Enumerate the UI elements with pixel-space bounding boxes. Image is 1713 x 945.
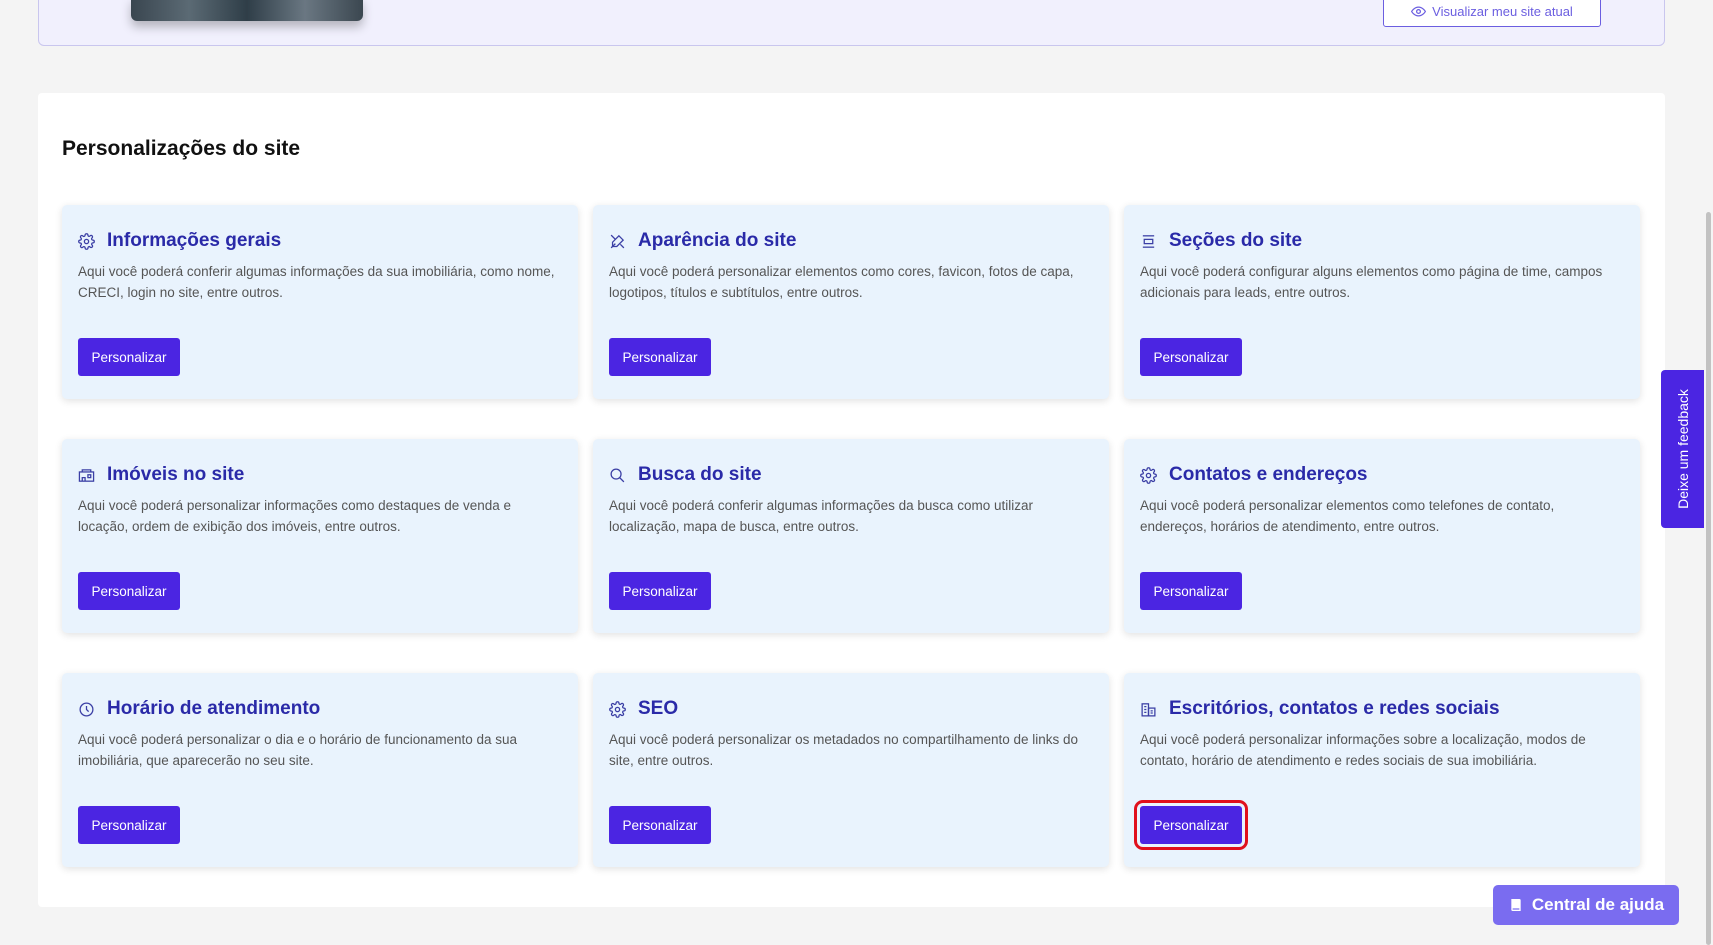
- gear-icon: [1140, 466, 1157, 484]
- card-general-info: Informações gerais Aqui você poderá conf…: [62, 205, 578, 399]
- view-current-site-button[interactable]: Visualizar meu site atual: [1383, 0, 1601, 27]
- site-customizations-panel: Personalizações do site Informações gera…: [38, 93, 1665, 907]
- card-business-hours: Horário de atendimento Aqui você poderá …: [62, 673, 578, 867]
- card-title: Aparência do site: [638, 230, 797, 251]
- help-center-button[interactable]: Central de ajuda: [1493, 885, 1679, 925]
- card-title: Escritórios, contatos e redes sociais: [1169, 698, 1500, 719]
- card-description: Aqui você poderá personalizar os metadad…: [609, 732, 1079, 768]
- card-site-search: Busca do site Aqui você poderá conferir …: [593, 439, 1109, 633]
- personalize-button[interactable]: Personalizar: [1140, 338, 1242, 376]
- section-title: Personalizações do site: [62, 137, 301, 160]
- card-description: Aqui você poderá conferir algumas inform…: [609, 498, 1033, 534]
- clock-icon: [78, 701, 95, 718]
- site-preview-panel: Visualizar meu site atual: [38, 0, 1665, 46]
- personalize-button[interactable]: Personalizar: [1134, 800, 1248, 850]
- design-tools-icon: [609, 233, 626, 250]
- property-icon: [78, 467, 95, 484]
- card-seo: SEO Aqui você poderá personalizar os met…: [593, 673, 1109, 867]
- card-title: Contatos e endereços: [1169, 464, 1368, 485]
- site-cover-thumbnail: [131, 0, 363, 21]
- card-description: Aqui você poderá conferir algumas inform…: [78, 264, 555, 300]
- card-site-sections: Seções do site Aqui você poderá configur…: [1124, 205, 1640, 399]
- card-offices-contacts-social: Escritórios, contatos e redes sociais Aq…: [1124, 673, 1640, 867]
- sections-icon: [1140, 233, 1157, 250]
- card-title: Seções do site: [1169, 230, 1303, 251]
- personalize-button[interactable]: Personalizar: [609, 806, 711, 844]
- card-description: Aqui você poderá personalizar informaçõe…: [78, 498, 512, 534]
- eye-icon: [1411, 5, 1427, 17]
- card-title: Imóveis no site: [107, 464, 245, 485]
- card-title: Horário de atendimento: [107, 698, 321, 719]
- personalize-button[interactable]: Personalizar: [609, 572, 711, 610]
- book-icon: [1511, 899, 1521, 911]
- personalize-button[interactable]: Personalizar: [609, 338, 711, 376]
- feedback-label: Deixe um feedback: [1674, 389, 1691, 509]
- building-icon: [1140, 701, 1157, 718]
- personalize-button[interactable]: Personalizar: [78, 338, 180, 376]
- search-icon: [609, 467, 626, 484]
- help-center-label: Central de ajuda: [1531, 895, 1665, 914]
- view-current-site-label: Visualizar meu site atual: [1432, 3, 1573, 19]
- personalize-button[interactable]: Personalizar: [78, 572, 180, 610]
- card-title: Informações gerais: [107, 230, 282, 251]
- personalize-button[interactable]: Personalizar: [78, 806, 180, 844]
- card-description: Aqui você poderá personalizar elementos …: [1140, 498, 1555, 534]
- card-contacts-addresses: Contatos e endereços Aqui você poderá pe…: [1124, 439, 1640, 633]
- card-properties-on-site: Imóveis no site Aqui você poderá persona…: [62, 439, 578, 633]
- card-title: Busca do site: [638, 464, 762, 485]
- card-description: Aqui você poderá personalizar o dia e o …: [78, 732, 518, 768]
- card-site-appearance: Aparência do site Aqui você poderá perso…: [593, 205, 1109, 399]
- scrollbar-thumb[interactable]: [1706, 212, 1711, 945]
- feedback-tab[interactable]: Deixe um feedback: [1661, 370, 1704, 528]
- personalize-button[interactable]: Personalizar: [1140, 572, 1242, 610]
- card-description: Aqui você poderá personalizar elementos …: [609, 264, 1074, 300]
- card-description: Aqui você poderá personalizar informaçõe…: [1140, 732, 1586, 768]
- card-description: Aqui você poderá configurar alguns eleme…: [1140, 264, 1603, 300]
- gear-icon: [609, 700, 626, 718]
- customization-cards-grid: Informações gerais Aqui você poderá conf…: [62, 205, 1640, 867]
- card-title: SEO: [638, 698, 679, 719]
- gear-icon: [78, 232, 95, 250]
